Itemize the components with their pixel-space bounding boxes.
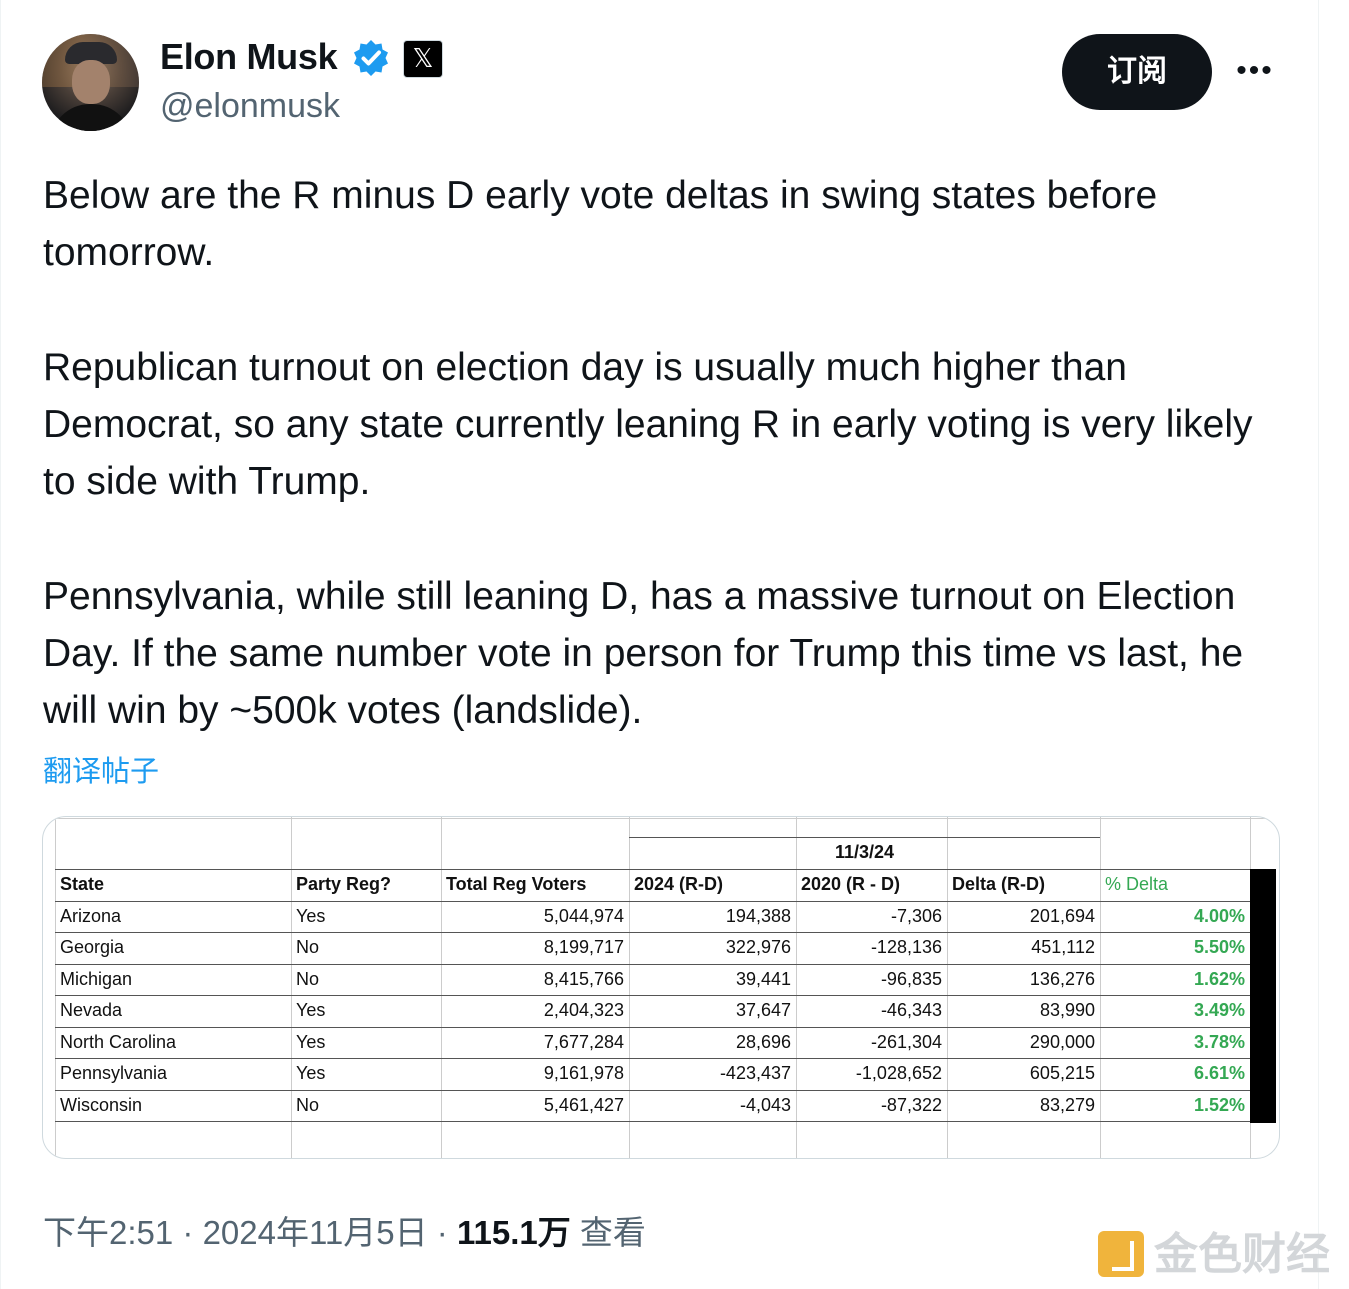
post-media-table[interactable]: 11/3/24 State Party Reg? Total Reg Voters 20… [42,816,1280,1159]
views-label: 查看 [579,1214,646,1251]
right-border [1318,0,1319,1289]
table-cell: 605,215 [1029,1063,1095,1083]
author-handle[interactable]: @elonmusk [160,87,340,126]
translate-post-link[interactable]: 翻译帖子 [43,748,159,790]
state-cell: Wisconsin [60,1095,143,1115]
table-cell: -261,304 [870,1032,942,1052]
more-options-icon[interactable]: ••• [1234,56,1276,86]
state-cell: Michigan [60,969,133,989]
table-cell: -4,043 [739,1095,791,1115]
table-cell: Yes [296,906,326,926]
avatar[interactable] [42,34,139,131]
table-cell: 83,990 [1039,1000,1095,1020]
state-cell: North Carolina [60,1032,177,1052]
date-header: 11/3/24 [834,842,895,862]
post-date[interactable]: 2024年11月5日 [203,1214,428,1251]
table-cell: 1.62% [1193,969,1245,989]
table-cell: 3.78% [1193,1032,1245,1052]
table-cell: 194,388 [725,906,791,926]
views-count: 115.1万 [456,1214,571,1251]
table-cell: Yes [296,1000,326,1020]
table-cell: Yes [296,1032,326,1052]
post-meta: 下午2:51 · 2024年11月5日 · 115.1万 查看 [43,1206,646,1254]
table-cell: -96,835 [880,969,942,989]
table-cell: 7,677,284 [543,1032,624,1052]
table-cell: -1,028,652 [855,1063,942,1083]
table-cell: Yes [296,1063,326,1083]
grid-hline [55,1121,1250,1122]
author-name[interactable]: Elon Musk [160,36,338,78]
table-cell: 451,112 [1031,937,1095,957]
state-cell: Nevada [60,1000,123,1020]
table-cell: -87,322 [880,1095,942,1115]
separator: · [182,1214,194,1251]
verified-badge-icon [354,40,388,76]
watermark-logo-icon [1098,1231,1144,1277]
column-header: Total Reg Voters [446,874,587,894]
table-cell: 8,199,717 [543,937,624,957]
table-cell: -423,437 [719,1063,791,1083]
table-cell: 1.52% [1193,1095,1245,1115]
state-cell: Pennsylvania [60,1063,168,1083]
table-cell: 37,647 [735,1000,791,1020]
post-paragraph-2: Republican turnout on election day is us… [43,346,1253,503]
table-cell: -46,343 [880,1000,942,1020]
state-cell: Arizona [60,906,122,926]
table-cell: 201,694 [1029,906,1095,926]
image-edge-bar [1250,869,1276,1123]
watermark: 金色财经 [1098,1218,1330,1282]
table-cell: 290,000 [1029,1032,1095,1052]
table-cell: -7,306 [890,906,942,926]
watermark-text: 金色财经 [1154,1230,1330,1279]
left-border [0,0,1,1289]
table-cell: 5,044,974 [543,906,624,926]
table-cell: 5,461,427 [543,1095,624,1115]
table-cell: No [296,937,320,957]
table-cell: No [296,969,320,989]
table-cell: 322,976 [725,937,791,957]
table-cell: 28,696 [735,1032,791,1052]
column-header: % Delta [1105,874,1169,894]
table-cell: 39,441 [735,969,791,989]
table-cell: 3.49% [1193,1000,1245,1020]
table-cell: 2,404,323 [543,1000,624,1020]
separator: · [436,1214,448,1251]
subscribe-button[interactable]: 订阅 [1062,34,1212,110]
column-header: 2024 (R-D) [634,874,724,894]
post-paragraph-1: Below are the R minus D early vote delta… [43,174,1158,274]
table-cell: -128,136 [870,937,942,957]
post-time[interactable]: 下午2:51 [43,1214,173,1251]
column-header: 2020 (R - D) [801,874,901,894]
table-cell: 9,161,978 [543,1063,624,1083]
table-cell: 5.50% [1193,937,1245,957]
table-cell: No [296,1095,320,1115]
column-header: State [60,874,105,894]
grid-hline [43,818,1279,819]
column-header: Party Reg? [296,874,392,894]
x-logo-icon: 𝕏 [403,40,443,78]
table-cell: 4.00% [1193,906,1245,926]
state-cell: Georgia [60,937,125,957]
column-header: Delta (R-D) [952,874,1045,894]
table-cell: 136,276 [1029,969,1095,989]
table-cell: 6.61% [1193,1063,1245,1083]
post-paragraph-3: Pennsylvania, while still leaning D, has… [43,575,1244,732]
table-cell: 8,415,766 [543,969,624,989]
table-cell: 83,279 [1039,1095,1095,1115]
